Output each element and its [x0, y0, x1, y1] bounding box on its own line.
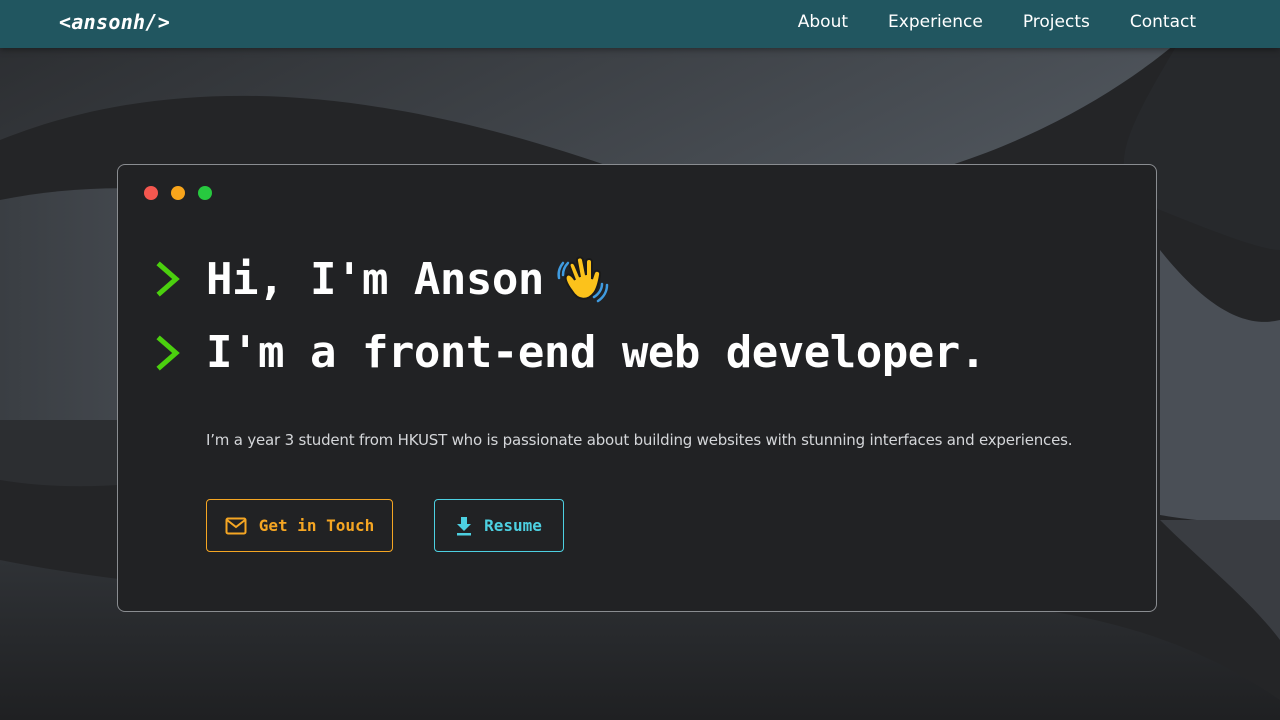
get-in-touch-label: Get in Touch [258, 516, 375, 535]
nav-link-contact[interactable]: Contact [1130, 12, 1196, 32]
terminal-line-role: I'm a front-end web developer. [156, 327, 986, 378]
minimize-dot [171, 186, 185, 200]
waving-hand-icon [557, 256, 609, 303]
site-logo[interactable]: <ansonh/> [59, 10, 170, 34]
chevron-right-icon [156, 334, 180, 371]
get-in-touch-button[interactable]: Get in Touch [206, 499, 393, 552]
resume-button[interactable]: Resume [434, 499, 564, 552]
greeting-text: Hi, I'm Anson [206, 253, 544, 305]
navbar: <ansonh/> About Experience Projects Cont… [0, 0, 1280, 48]
page: <ansonh/> About Experience Projects Cont… [0, 0, 1280, 720]
bio-text: I’m a year 3 student from HKUST who is p… [206, 431, 1073, 449]
download-icon [457, 516, 472, 535]
terminal-window: Hi, I'm Anson I'm a front-end web develo… [117, 164, 1157, 612]
resume-label: Resume [484, 516, 542, 535]
window-controls [144, 186, 212, 200]
chevron-right-icon [156, 261, 180, 297]
nav-link-about[interactable]: About [798, 12, 848, 32]
nav-link-projects[interactable]: Projects [1023, 12, 1090, 32]
terminal-line-greeting: Hi, I'm Anson [156, 251, 610, 307]
maximize-dot [198, 186, 212, 200]
nav-links: About Experience Projects Contact [798, 12, 1196, 32]
mail-icon [225, 517, 247, 534]
close-dot [144, 186, 158, 200]
role-text: I'm a front-end web developer. [206, 327, 986, 378]
nav-link-experience[interactable]: Experience [888, 12, 983, 32]
